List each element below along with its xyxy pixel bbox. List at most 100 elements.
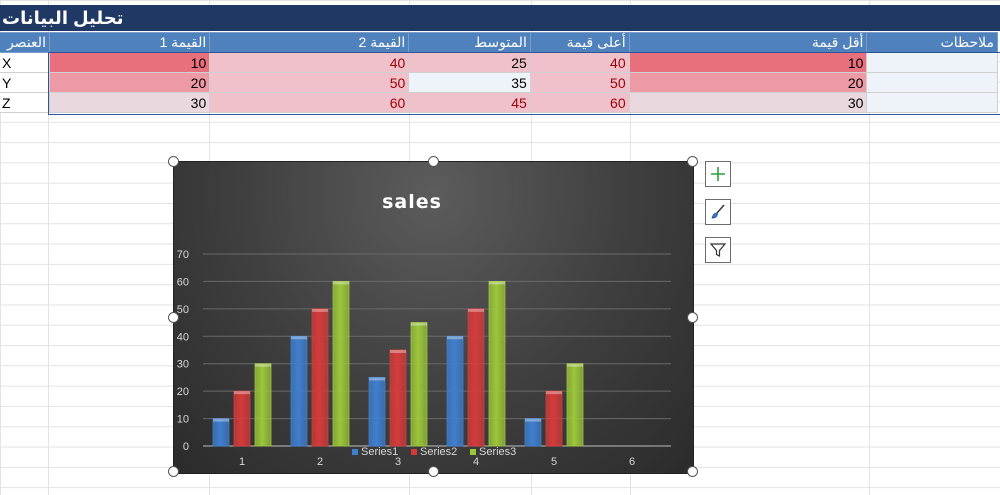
header-item[interactable]: العنصر (0, 32, 50, 53)
chart-svg: sales0102030405060701 2 3 4 5 6Series1 Series2… (177, 191, 671, 468)
cell-max[interactable]: 40 (529, 52, 630, 73)
cell-item[interactable]: Z (0, 92, 50, 113)
resize-handle[interactable] (428, 466, 439, 477)
bar-series3 (410, 322, 428, 447)
header-max[interactable]: أعلى قيمة (529, 32, 630, 53)
y-tick-label: 60 (177, 276, 189, 288)
y-tick-label: 20 (177, 386, 189, 398)
bar-top-highlight (255, 363, 271, 367)
bar-series1 (524, 418, 542, 447)
bar-series2 (389, 349, 407, 447)
bar-series1 (368, 377, 386, 447)
y-tick-label: 10 (177, 414, 189, 426)
resize-handle[interactable] (687, 312, 698, 323)
bar-top-highlight (447, 336, 463, 340)
header-average[interactable]: المتوسط (408, 32, 531, 53)
legend-label: Series2 (420, 446, 457, 458)
resize-handle[interactable] (687, 156, 698, 167)
bar-series2 (311, 308, 329, 447)
bar-top-highlight (411, 322, 427, 326)
chart-elements-button[interactable] (705, 161, 731, 187)
bar-series3 (254, 363, 272, 447)
cell-average[interactable]: 25 (408, 52, 531, 73)
y-tick-label: 50 (177, 304, 189, 316)
x-tick-label: 5 (551, 456, 557, 468)
x-tick-label: 2 (317, 456, 323, 468)
filter-icon (709, 243, 727, 257)
legend-swatch (470, 449, 476, 455)
x-tick-label: 6 (629, 456, 635, 468)
cell-notes[interactable] (866, 72, 998, 93)
bar-series1 (290, 335, 308, 447)
bar-series3 (566, 363, 584, 447)
legend-label: Series1 (361, 446, 398, 458)
header-notes[interactable]: ملاحظات (866, 32, 998, 53)
table-row: Y 20 50 35 50 20 (0, 72, 998, 93)
chart-title: sales (382, 191, 442, 213)
bar-top-highlight (546, 391, 562, 395)
plus-icon (711, 167, 725, 181)
bar-top-highlight (312, 308, 328, 312)
cell-item[interactable]: Y (0, 72, 50, 93)
cell-max[interactable]: 60 (529, 92, 630, 113)
cell-notes[interactable] (866, 92, 998, 113)
bar-series2 (467, 308, 485, 447)
cell-value-2[interactable]: 50 (209, 72, 410, 93)
resize-handle[interactable] (687, 466, 698, 477)
cell-min[interactable]: 10 (628, 52, 868, 73)
header-row: العنصر القيمة 1 القيمة 2 المتوسط أعلى قي… (0, 32, 998, 53)
cell-average[interactable]: 35 (408, 72, 531, 93)
chart-area[interactable]: sales 0 10 20 30 40 50 60 70 1 2 3 4 5 6 Series1 Series2… (173, 161, 694, 474)
bar-top-highlight (234, 391, 250, 395)
chart-filters-button[interactable] (705, 237, 731, 263)
bar-top-highlight (468, 308, 484, 312)
bar-top-highlight (333, 281, 349, 285)
y-tick-label: 0 (183, 441, 189, 453)
cell-average[interactable]: 45 (408, 92, 531, 113)
legend-swatch (352, 449, 358, 455)
resize-handle[interactable] (428, 156, 439, 167)
cell-max[interactable]: 50 (529, 72, 630, 93)
cell-item[interactable]: X (0, 52, 50, 73)
bar-series3 (332, 281, 350, 447)
bar-top-highlight (390, 350, 406, 353)
cell-notes[interactable] (866, 52, 998, 73)
bar-top-highlight (213, 418, 229, 422)
cell-value-1[interactable]: 20 (48, 72, 211, 93)
x-tick-label: 1 (239, 456, 245, 468)
header-value-2[interactable]: القيمة 2 (209, 32, 410, 53)
bar-top-highlight (291, 336, 307, 340)
legend-label: Series3 (479, 446, 516, 458)
cell-value-1[interactable]: 30 (48, 92, 211, 113)
cell-value-1[interactable]: 10 (48, 52, 211, 73)
resize-handle[interactable] (168, 312, 179, 323)
bar-top-highlight (525, 418, 541, 422)
resize-handle[interactable] (168, 466, 179, 477)
cell-value-2[interactable]: 60 (209, 92, 410, 113)
bar-series3 (488, 281, 506, 447)
header-min[interactable]: أقل قيمة (628, 32, 868, 53)
legend-swatch (411, 449, 417, 455)
data-table[interactable]: العنصر القيمة 1 القيمة 2 المتوسط أعلى قي… (0, 32, 998, 113)
resize-handle[interactable] (168, 156, 179, 167)
y-tick-label: 70 (177, 249, 189, 261)
table-row: X 10 40 25 40 10 (0, 52, 998, 73)
header-value-1[interactable]: القيمة 1 (48, 32, 211, 53)
bar-series2 (545, 390, 563, 447)
bar-series1 (212, 418, 230, 447)
bar-top-highlight (489, 281, 505, 285)
bar-top-highlight (369, 377, 385, 381)
paintbrush-icon (711, 204, 725, 219)
y-tick-label: 30 (177, 359, 189, 371)
bar-top-highlight (567, 363, 583, 367)
bar-series2 (233, 390, 251, 447)
sheet-title-bar[interactable]: تحليل البيانات (0, 5, 1000, 31)
sheet-title: تحليل البيانات (2, 8, 124, 28)
cell-min[interactable]: 20 (628, 72, 868, 93)
bar-series1 (446, 335, 464, 447)
table-row: Z 30 60 45 60 30 (0, 92, 998, 113)
cell-value-2[interactable]: 40 (209, 52, 410, 73)
y-tick-label: 40 (177, 331, 189, 343)
chart-styles-button[interactable] (705, 199, 731, 225)
cell-min[interactable]: 30 (628, 92, 868, 113)
